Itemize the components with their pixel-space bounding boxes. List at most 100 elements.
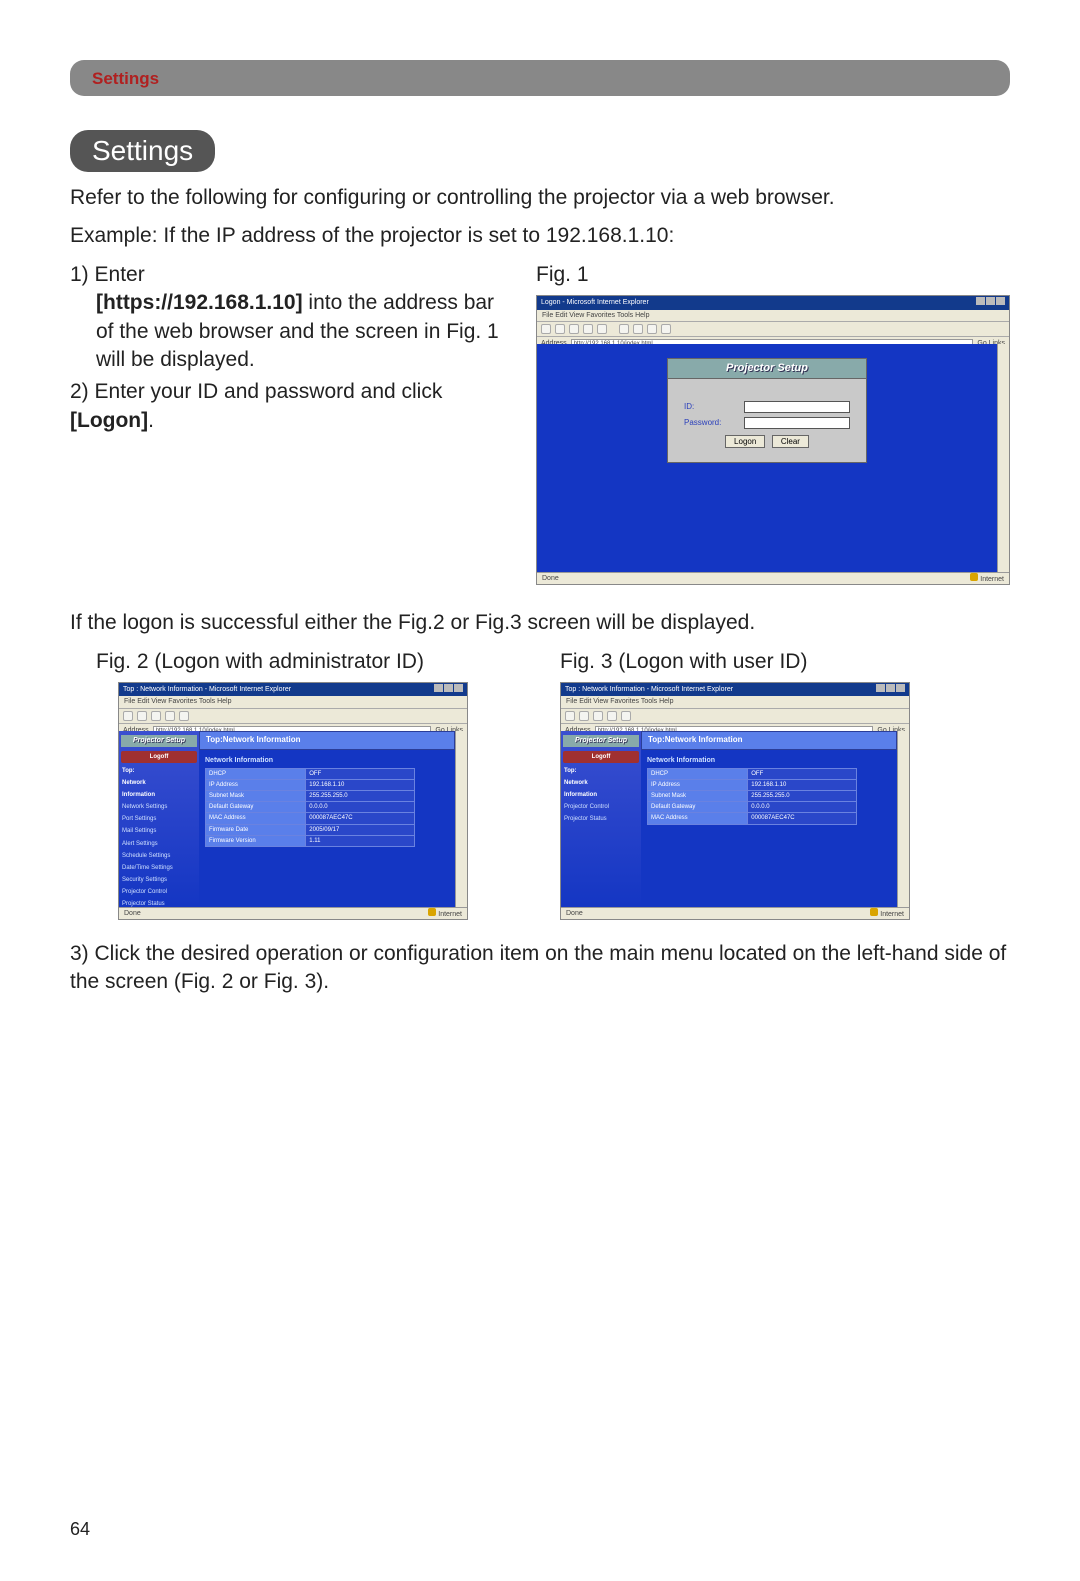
step3-rest: Click the desired operation or configura… [70, 942, 1006, 993]
stop-icon[interactable] [569, 324, 579, 334]
back-icon[interactable] [565, 711, 575, 721]
media-icon[interactable] [647, 324, 657, 334]
menu-item[interactable]: Logoff [121, 751, 197, 763]
status-done: Done [542, 574, 559, 583]
status-done: Done [124, 909, 141, 918]
refresh-icon[interactable] [607, 711, 617, 721]
menu-item[interactable]: Top: [563, 765, 639, 777]
side-menu-admin: Projector Setup LogoffTop:NetworkInforma… [119, 731, 199, 907]
id-input[interactable] [744, 401, 850, 413]
menu-item[interactable]: Network Settings [121, 801, 197, 813]
menu-item[interactable]: Projector Control [121, 886, 197, 898]
table-row: IP Address192.168.1.10 [206, 780, 415, 791]
back-icon[interactable] [541, 324, 551, 334]
window-buttons[interactable] [433, 684, 463, 695]
browser-titlebar: Top : Network Information - Microsoft In… [119, 683, 467, 696]
step1-prefix: 1) Enter [70, 263, 145, 286]
menu-item[interactable]: Logoff [563, 751, 639, 763]
panel-header: Top:Network Information [641, 731, 897, 750]
home-icon[interactable] [597, 324, 607, 334]
menu-item[interactable]: Projector Status [563, 813, 639, 825]
menu-item[interactable]: Information [121, 789, 197, 801]
scrollbar[interactable] [997, 344, 1009, 572]
history-icon[interactable] [661, 324, 671, 334]
menu-item[interactable]: Network [121, 777, 197, 789]
browser-toolbar[interactable] [119, 709, 467, 724]
table-row: MAC Address000087AEC47C [206, 813, 415, 824]
status-internet: Internet [980, 576, 1004, 583]
browser-menubar[interactable]: File Edit View Favorites Tools Help [119, 696, 467, 708]
panel-subheader: Network Information [199, 750, 455, 768]
favorites-icon[interactable] [633, 324, 643, 334]
table-row: Subnet Mask255.255.255.0 [648, 791, 857, 802]
setup-logo: Projector Setup [563, 735, 639, 747]
menu-item[interactable]: Top: [121, 765, 197, 777]
search-icon[interactable] [619, 324, 629, 334]
window-buttons[interactable] [975, 297, 1005, 308]
fig2-block: Fig. 2 (Logon with administrator ID) Top… [70, 648, 520, 920]
intro-line-2: Example: If the IP address of the projec… [70, 222, 1010, 250]
menu-item[interactable]: Security Settings [121, 874, 197, 886]
step-2: 2) Enter your ID and password and click … [70, 378, 510, 435]
login-card: Projector Setup ID: Password: Logon Cl [667, 358, 867, 463]
table-row: Firmware Date2005/09/17 [206, 824, 415, 835]
home-icon[interactable] [179, 711, 189, 721]
window-buttons[interactable] [875, 684, 905, 695]
browser-title: Top : Network Information - Microsoft In… [565, 685, 733, 694]
fig2-label: Fig. 2 (Logon with administrator ID) [70, 648, 520, 676]
section-bar-label: Settings [92, 69, 159, 88]
id-label: ID: [684, 402, 740, 413]
menu-item[interactable]: Port Settings [121, 813, 197, 825]
step2-logon: [Logon] [70, 409, 148, 432]
menu-item[interactable]: Schedule Settings [121, 850, 197, 862]
internet-icon [428, 908, 436, 916]
main-panel: Top:Network Information Network Informat… [199, 731, 455, 907]
logon-button[interactable]: Logon [725, 435, 765, 448]
menu-item[interactable]: Mail Settings [121, 825, 197, 837]
back-icon[interactable] [123, 711, 133, 721]
browser-menubar[interactable]: File Edit View Favorites Tools Help [561, 696, 909, 708]
browser-titlebar: Top : Network Information - Microsoft In… [561, 683, 909, 696]
scrollbar[interactable] [455, 731, 467, 907]
browser-toolbar[interactable] [537, 322, 1009, 337]
table-row: IP Address192.168.1.10 [648, 780, 857, 791]
forward-icon[interactable] [555, 324, 565, 334]
scrollbar[interactable] [897, 731, 909, 907]
refresh-icon[interactable] [583, 324, 593, 334]
menu-item[interactable]: Alert Settings [121, 838, 197, 850]
fig3-block: Fig. 3 (Logon with user ID) Top : Networ… [560, 648, 1010, 920]
refresh-icon[interactable] [165, 711, 175, 721]
fig1-screenshot: Logon - Microsoft Internet Explorer File… [536, 295, 1010, 585]
forward-icon[interactable] [137, 711, 147, 721]
browser-title: Logon - Microsoft Internet Explorer [541, 298, 649, 307]
browser-menubar[interactable]: File Edit View Favorites Tools Help [537, 310, 1009, 322]
step-1: 1) Enter [https://192.168.1.10] into the… [70, 261, 510, 374]
stop-icon[interactable] [151, 711, 161, 721]
browser-titlebar: Logon - Microsoft Internet Explorer [537, 296, 1009, 309]
clear-button[interactable]: Clear [772, 435, 809, 448]
step-3: 3) Click the desired operation or config… [70, 940, 1010, 997]
menu-item[interactable]: Projector Control [563, 801, 639, 813]
panel-subheader: Network Information [641, 750, 897, 768]
menu-item[interactable]: Network [563, 777, 639, 789]
page-number: 64 [70, 1517, 1010, 1541]
intro-line-1: Refer to the following for configuring o… [70, 184, 1010, 212]
browser-title: Top : Network Information - Microsoft In… [123, 685, 291, 694]
panel-header: Top:Network Information [199, 731, 455, 750]
table-row: Default Gateway0.0.0.0 [206, 802, 415, 813]
forward-icon[interactable] [579, 711, 589, 721]
step2-prefix: 2) Enter your ID and password and click [70, 380, 442, 403]
stop-icon[interactable] [593, 711, 603, 721]
home-icon[interactable] [621, 711, 631, 721]
login-header: Projector Setup [668, 359, 866, 379]
fig1-label: Fig. 1 [536, 261, 1010, 289]
menu-item[interactable]: Date/Time Settings [121, 862, 197, 874]
password-input[interactable] [744, 417, 850, 429]
menu-item[interactable]: Information [563, 789, 639, 801]
status-done: Done [566, 909, 583, 918]
section-bar: Settings [70, 60, 1010, 96]
browser-toolbar[interactable] [561, 709, 909, 724]
table-row: DHCPOFF [206, 769, 415, 780]
network-info-table: DHCPOFFIP Address192.168.1.10Subnet Mask… [205, 768, 415, 847]
fig3-screenshot: Top : Network Information - Microsoft In… [560, 682, 910, 920]
